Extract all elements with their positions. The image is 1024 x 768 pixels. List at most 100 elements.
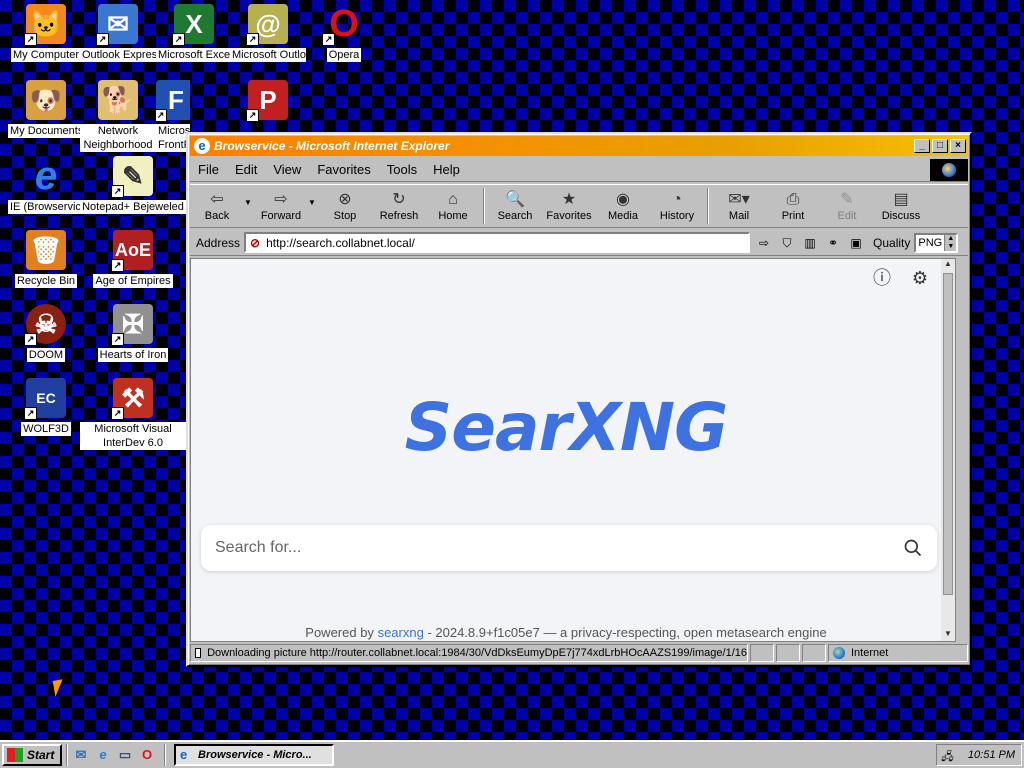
go-arrow-icon[interactable]: ⇨ xyxy=(755,234,773,252)
desktop-icon-excel[interactable]: X ↗ Microsoft Excel xyxy=(156,4,232,65)
security-warning-icon: ⊘ xyxy=(250,235,261,250)
opera-icon: O ↗ xyxy=(322,3,364,46)
desktop-icon-opera[interactable]: O ↗ Opera xyxy=(306,3,382,65)
spin-arrows-icon[interactable]: ▲ ▼ xyxy=(944,234,957,251)
vertical-scrollbar[interactable]: ▲ ▼ xyxy=(941,259,955,641)
home-button[interactable]: ⌂ Home xyxy=(426,190,480,222)
search-input[interactable] xyxy=(215,539,903,557)
home-icon: ⌂ xyxy=(448,191,458,208)
network-tray-icon[interactable]: 🖧 xyxy=(941,748,957,763)
printer-icon: ⎙ xyxy=(786,191,800,208)
discuss-button[interactable]: ▤ Discuss xyxy=(874,190,928,222)
taskbar: Start ✉ e ▭ O e Browservice - Micro... 🖧… xyxy=(0,740,1024,768)
excel-icon: X ↗ xyxy=(172,4,214,46)
desktop-icon-outlook-express[interactable]: ✉ ↗ Outlook Express xyxy=(80,4,156,65)
menu-favorites[interactable]: Favorites xyxy=(317,162,370,177)
status-cell xyxy=(750,644,774,662)
search-button[interactable]: 🔍 Search xyxy=(488,190,542,222)
searxng-link[interactable]: searxng xyxy=(378,625,424,640)
close-button[interactable]: × xyxy=(950,139,966,153)
info-icon[interactable]: ⓘ xyxy=(871,267,893,289)
refresh-icon: ↻ xyxy=(392,191,406,208)
stop-icon: ⊗ xyxy=(338,191,352,208)
clock[interactable]: 10:51 PM xyxy=(968,749,1015,761)
desktop-icon-powerpoint[interactable]: P ↗ xyxy=(230,80,306,122)
maximize-button[interactable]: □ xyxy=(932,139,948,153)
desktop-icon-age-of-empires[interactable]: AoE ↗ Age of Empires xyxy=(80,230,186,291)
desktop-icon-network[interactable]: 🐕 Network Neighborhood xyxy=(80,80,156,155)
menu-file[interactable]: File xyxy=(198,162,219,177)
doom-icon: ☠ ↗ xyxy=(24,304,66,346)
forward-dropdown[interactable]: ▼ xyxy=(308,198,318,207)
quicklaunch-opera-icon[interactable]: O xyxy=(138,746,156,764)
start-button[interactable]: Start xyxy=(2,744,62,766)
browser-window: e Browservice - Microsoft Internet Explo… xyxy=(186,132,972,667)
menu-tools[interactable]: Tools xyxy=(387,162,417,177)
powerpoint-icon: P ↗ xyxy=(246,80,288,122)
favorites-icon: ★ xyxy=(561,191,577,208)
search-box xyxy=(201,525,937,571)
globe-icon xyxy=(942,162,956,177)
outlook-express-icon: ✉ ↗ xyxy=(96,4,138,46)
notepad-icon: ✎ ↗ xyxy=(111,156,153,198)
history-button[interactable]: ◔ History xyxy=(650,190,704,222)
forward-button[interactable]: ⇨ Forward xyxy=(254,190,308,222)
favorites-button[interactable]: ★ Favorites xyxy=(542,190,596,222)
desktop-icon-doom[interactable]: ☠ ↗ DOOM xyxy=(8,304,84,365)
quicklaunch-outlook-icon[interactable]: ✉ xyxy=(72,746,90,764)
back-button[interactable]: ⇦ Back xyxy=(190,190,244,222)
edit-icon: ✎ xyxy=(840,191,854,208)
menu-edit[interactable]: Edit xyxy=(235,162,257,177)
windows-logo-icon xyxy=(7,748,23,762)
menu-view[interactable]: View xyxy=(273,162,301,177)
desktop-icon-wolf3d[interactable]: EC ↗ WOLF3D xyxy=(8,378,84,439)
search-icon[interactable] xyxy=(903,538,923,558)
desktop-icon-frontpage[interactable]: F↗ Microsoft FrontPage xyxy=(156,80,190,155)
picture-icon xyxy=(195,648,202,658)
quicklaunch-desktop-icon[interactable]: ▭ xyxy=(116,746,134,764)
title-bar[interactable]: e Browservice - Microsoft Internet Explo… xyxy=(190,136,968,156)
book-icon[interactable]: ▥ xyxy=(801,234,819,252)
searxng-logo: SearXNG xyxy=(404,389,729,466)
quicklaunch-ie-icon[interactable]: e xyxy=(94,746,112,764)
gear-icon[interactable]: ⚙ xyxy=(909,267,931,289)
desktop-icon-recycle-bin[interactable]: 🗑 Recycle Bin xyxy=(8,230,84,291)
mail-button[interactable]: ✉▾ Mail xyxy=(712,190,766,222)
refresh-button[interactable]: ↻ Refresh xyxy=(372,190,426,222)
scroll-down-icon[interactable]: ▼ xyxy=(941,629,955,641)
back-dropdown[interactable]: ▼ xyxy=(244,198,254,207)
task-browservice[interactable]: e Browservice - Micro... xyxy=(174,744,334,766)
toolbar: ⇦ Back ▼ ⇨ Forward ▼ ⊗ Stop ↻ Refresh ⌂ Home … xyxy=(190,184,968,228)
edit-button[interactable]: ✎ Edit xyxy=(820,190,874,222)
desktop-icon-ie-browservice[interactable]: e IE (Browservice) xyxy=(8,154,84,217)
quality-select[interactable]: PNG ▲ ▼ xyxy=(914,232,959,253)
recycle-bin-icon: 🗑 xyxy=(26,230,66,270)
interdev-icon: ⚒ ↗ xyxy=(111,378,153,420)
address-input[interactable]: ⊘ http://search.collabnet.local/ xyxy=(244,232,751,253)
desktop-icon-outlook[interactable]: @↗ Microsoft Outlook xyxy=(230,4,306,65)
scroll-thumb[interactable] xyxy=(943,273,953,595)
desktop-icon-hearts-of-iron[interactable]: ✠ ↗ Hearts of Iron xyxy=(80,304,186,365)
clipboard-icon[interactable]: ▣ xyxy=(847,234,865,252)
binoculars-icon[interactable]: ⚭ xyxy=(824,234,842,252)
desktop-icon-my-computer[interactable]: 🐱 ↗ My Computer xyxy=(8,4,84,65)
outlook-icon: @ ↗ xyxy=(246,4,288,46)
media-button[interactable]: ◉ Media xyxy=(596,190,650,222)
stop-button[interactable]: ⊗ Stop xyxy=(318,190,372,222)
desktop-icon-my-documents[interactable]: 🐶 My Documents xyxy=(8,80,84,141)
search-globe-icon: 🔍 xyxy=(505,191,525,208)
desktop-icon-notepad[interactable]: ✎ ↗ Notepad+ Bejeweled xyxy=(80,156,186,217)
toolbar-separator xyxy=(483,188,485,224)
wolf3d-icon: EC ↗ xyxy=(24,378,66,420)
mouse-cursor xyxy=(52,679,66,697)
print-button[interactable]: ⎙ Print xyxy=(766,190,820,222)
desktop-icon-interdev[interactable]: ⚒ ↗ Microsoft Visual InterDev 6.0 xyxy=(80,378,186,453)
mail-icon: ✉▾ xyxy=(728,191,750,208)
hearts-of-iron-icon: ✠ ↗ xyxy=(111,304,153,346)
minimize-button[interactable]: _ xyxy=(914,139,930,153)
bookmark-icon[interactable]: ⛉ xyxy=(778,234,796,252)
scroll-up-icon[interactable]: ▲ xyxy=(941,259,955,271)
frontpage-icon: F ↗ xyxy=(156,80,190,122)
menu-help[interactable]: Help xyxy=(433,162,460,177)
page-top-icons: ⓘ ⚙ xyxy=(871,267,931,289)
